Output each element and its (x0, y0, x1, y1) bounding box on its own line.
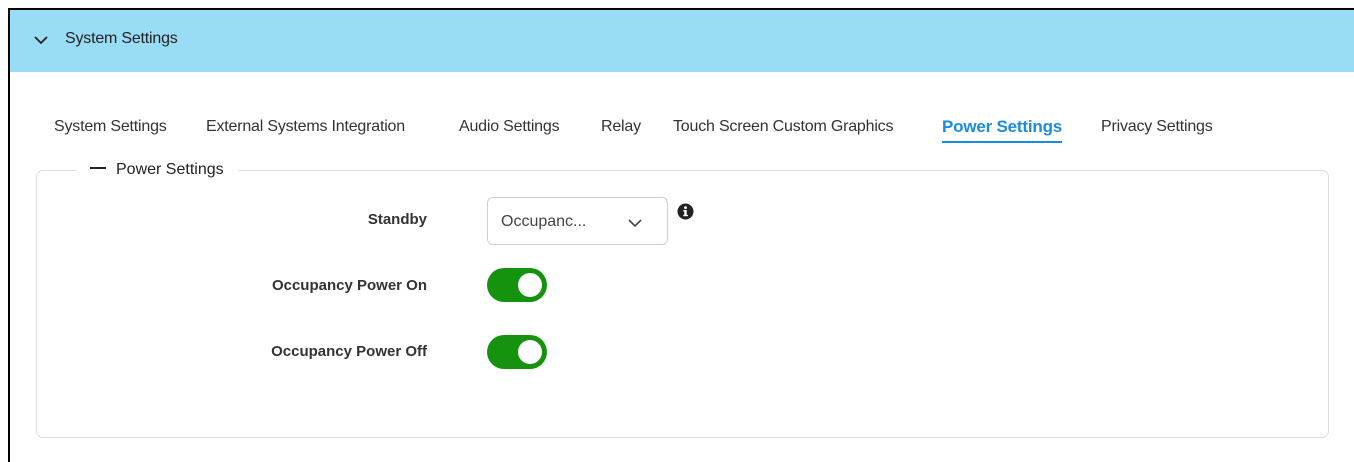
chevron-down-icon[interactable] (33, 32, 49, 48)
panel-legend[interactable]: Power Settings (76, 158, 238, 182)
occupancy-power-on-toggle[interactable] (487, 268, 547, 302)
chevron-down-icon (628, 219, 642, 228)
toggle-knob (518, 340, 542, 364)
section-header[interactable]: System Settings (10, 10, 1354, 72)
section-title: System Settings (65, 30, 178, 47)
standby-label: Standby (367, 211, 427, 228)
standby-select-value: Occupanc... (501, 213, 587, 230)
tab-power-settings[interactable]: Power Settings (942, 115, 1062, 149)
toggle-knob (518, 273, 542, 297)
tab-bar: System Settings External Systems Integra… (0, 115, 1354, 155)
standby-select[interactable]: Occupanc... (487, 197, 668, 245)
tab-touch-screen-custom-graphics[interactable]: Touch Screen Custom Graphics (673, 115, 893, 149)
tab-system-settings[interactable]: System Settings (54, 115, 167, 149)
tab-relay[interactable]: Relay (601, 115, 641, 149)
occupancy-power-off-toggle[interactable] (487, 335, 547, 369)
tab-privacy-settings[interactable]: Privacy Settings (1101, 115, 1213, 149)
occupancy-power-off-label: Occupancy Power Off (271, 343, 427, 360)
info-icon[interactable] (677, 203, 694, 220)
tab-external-systems-integration[interactable]: External Systems Integration (206, 115, 405, 149)
panel-legend-label: Power Settings (116, 161, 224, 178)
collapse-dash-icon[interactable] (90, 167, 106, 170)
tab-audio-settings[interactable]: Audio Settings (459, 115, 560, 149)
occupancy-power-on-label: Occupancy Power On (271, 277, 427, 294)
